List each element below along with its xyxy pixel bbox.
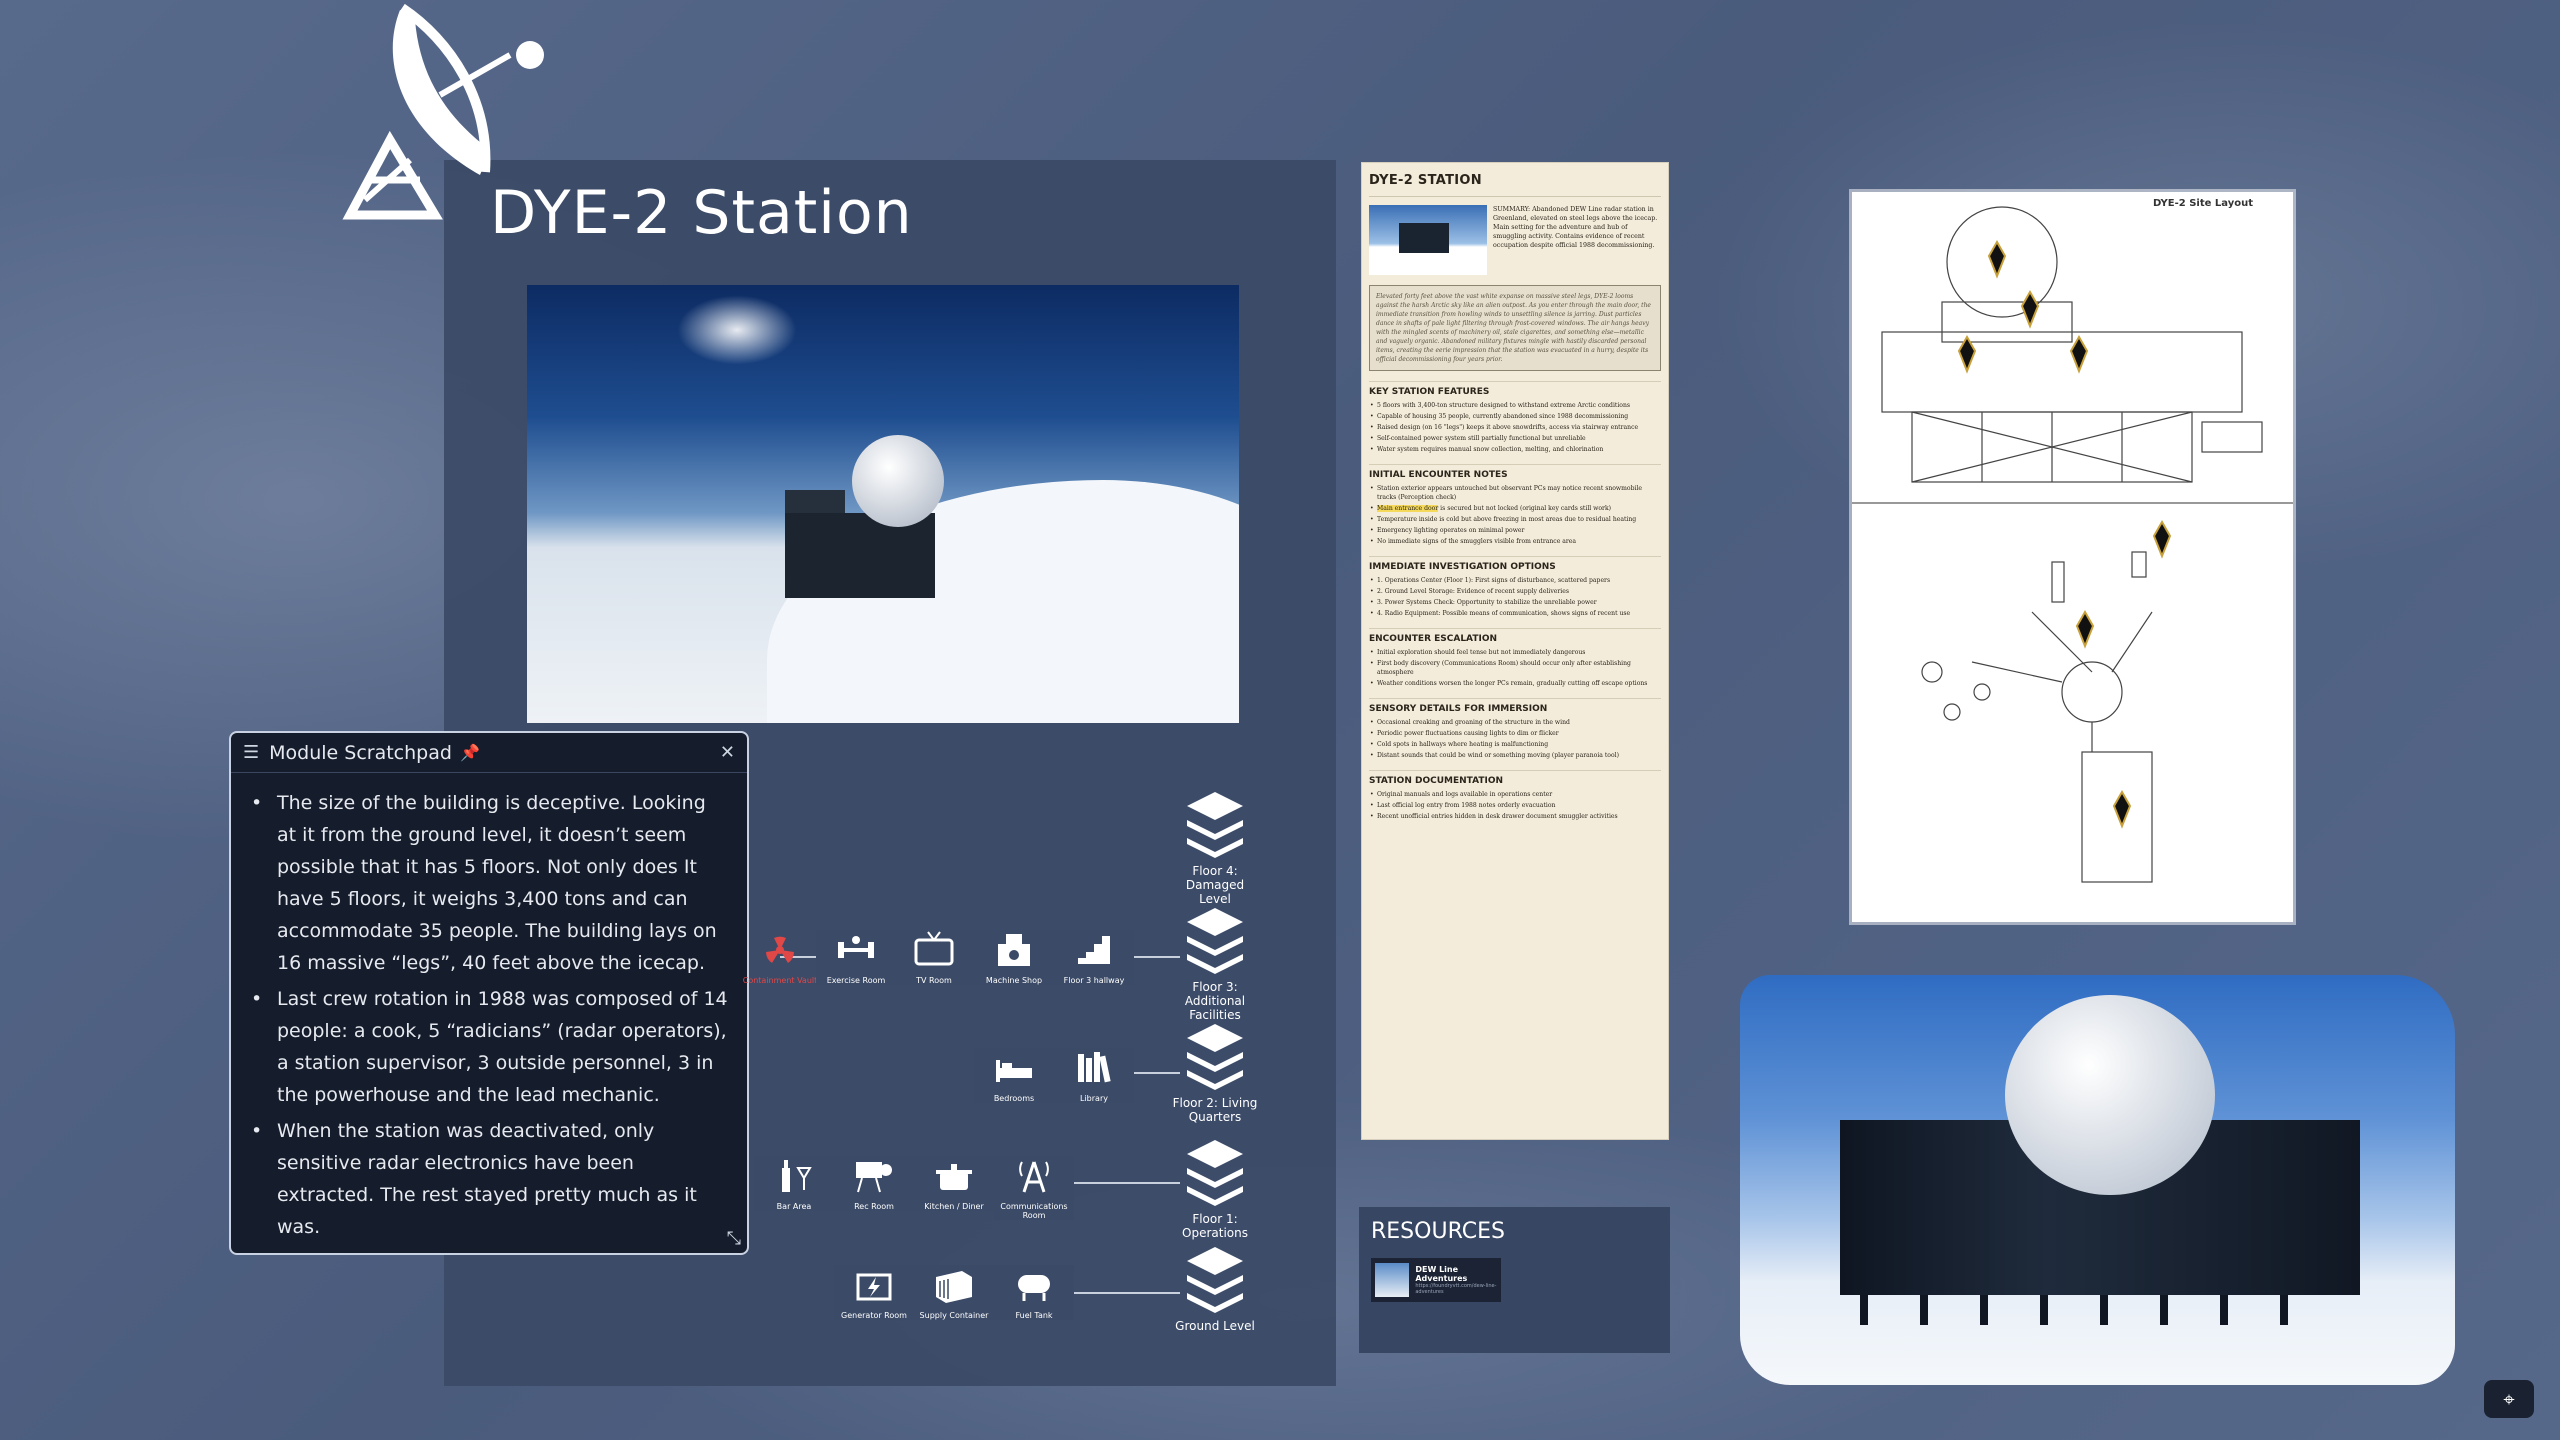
machine-icon xyxy=(998,934,1030,966)
list-item: Raised design (on 16 "legs") keeps it ab… xyxy=(1369,423,1661,432)
list-item: First body discovery (Communications Roo… xyxy=(1369,659,1661,677)
room-communications[interactable]: Communications Room xyxy=(994,1156,1074,1220)
generator-icon xyxy=(856,1273,892,1301)
note-item: Last crew rotation in 1988 was composed … xyxy=(249,983,729,1111)
resource-title: DEW Line Adventures xyxy=(1415,1265,1468,1283)
room-kitchen[interactable]: Kitchen / Diner xyxy=(914,1156,994,1211)
station-document[interactable]: DYE-2 STATION SUMMARY: Abandoned DEW Lin… xyxy=(1361,162,1669,1140)
antenna-icon xyxy=(1019,1161,1049,1193)
list-item: Station exterior appears untouched but o… xyxy=(1369,484,1661,502)
section-heading: SENSORY DETAILS FOR IMMERSION xyxy=(1369,698,1661,714)
section-heading: STATION DOCUMENTATION xyxy=(1369,770,1661,786)
highlighted-phrase: Main entrance door xyxy=(1377,505,1439,512)
station-photo[interactable] xyxy=(527,285,1239,723)
bottle-icon xyxy=(782,1160,812,1192)
list-item: 5 floors with 3,400-ton structure design… xyxy=(1369,401,1661,410)
section-heading: INITIAL ENCOUNTER NOTES xyxy=(1369,464,1661,480)
floor-2-node[interactable]: Floor 2: Living Quarters xyxy=(1170,1022,1260,1124)
layers-icon xyxy=(1187,1247,1243,1313)
read-aloud-box: Elevated forty feet above the vast white… xyxy=(1369,285,1661,371)
books-icon xyxy=(1078,1052,1111,1083)
layers-icon xyxy=(1187,792,1243,858)
fuel-tank-icon xyxy=(1018,1275,1050,1301)
list-item: Recent unofficial entries hidden in desk… xyxy=(1369,812,1661,821)
dumbbell-icon xyxy=(838,936,874,958)
scene-title: DYE-2 Station xyxy=(490,178,913,248)
site-layout-map[interactable]: DYE-2 Site Layout xyxy=(1852,192,2293,922)
document-title: DYE-2 STATION xyxy=(1369,173,1482,188)
list-item: Capable of housing 35 people, currently … xyxy=(1369,412,1661,421)
room-supply-container[interactable]: Supply Container xyxy=(914,1265,994,1320)
resource-url: https://foundryvtt.com/dew-line-adventur… xyxy=(1415,1283,1497,1295)
section-heading: IMMEDIATE INVESTIGATION OPTIONS xyxy=(1369,556,1661,572)
station-exterior-photo[interactable] xyxy=(1740,975,2455,1385)
section-heading: ENCOUNTER ESCALATION xyxy=(1369,628,1661,644)
sitemap-caption: DYE-2 Site Layout xyxy=(2152,198,2253,209)
pin-icon[interactable]: 📌 xyxy=(460,743,480,762)
container-icon xyxy=(936,1271,972,1303)
floor-1-node[interactable]: Floor 1: Operations xyxy=(1170,1138,1260,1240)
close-icon[interactable]: ✕ xyxy=(720,742,735,763)
floor-3-node[interactable]: Floor 3: Additional Facilities xyxy=(1170,906,1260,1022)
ground-level-node[interactable]: Ground Level xyxy=(1170,1245,1260,1333)
room-generator[interactable]: Generator Room xyxy=(834,1265,914,1320)
resources-heading: RESOURCES xyxy=(1371,1219,1505,1244)
room-bedrooms[interactable]: Bedrooms xyxy=(974,1048,1054,1103)
tv-icon xyxy=(914,931,954,966)
list-item: Occasional creaking and groaning of the … xyxy=(1369,718,1661,727)
room-bar[interactable]: Bar Area xyxy=(754,1156,834,1211)
room-machine-shop[interactable]: Machine Shop xyxy=(974,930,1054,985)
room-exercise[interactable]: Exercise Room xyxy=(816,930,896,985)
list-item: Temperature inside is cold but above fre… xyxy=(1369,515,1661,524)
layers-icon xyxy=(1187,908,1243,974)
document-summary: SUMMARY: Abandoned DEW Line radar statio… xyxy=(1493,206,1658,249)
document-thumbnail xyxy=(1369,205,1487,275)
bed-icon xyxy=(996,1060,1032,1082)
list-item: Distant sounds that could be wind or som… xyxy=(1369,751,1661,760)
list-item: 3. Power Systems Check: Opportunity to s… xyxy=(1369,598,1661,607)
resize-handle-icon[interactable]: ⤡ xyxy=(727,1228,741,1249)
floor-diagram: Floor 4: Damaged Level Floor 3: Addition… xyxy=(740,780,1300,1340)
blueprint-drawing xyxy=(1881,206,2263,883)
pot-icon xyxy=(936,1164,972,1190)
note-item: When the station was deactivated, only s… xyxy=(249,1115,729,1243)
list-item: 1. Operations Center (Floor 1): First si… xyxy=(1369,576,1661,585)
list-item: 4. Radio Equipment: Possible means of co… xyxy=(1369,609,1661,618)
scratchpad-title: Module Scratchpad xyxy=(269,741,452,764)
resource-thumbnail xyxy=(1375,1263,1410,1297)
scratchpad-notes[interactable]: The size of the building is deceptive. L… xyxy=(231,773,747,1243)
room-fuel-tank[interactable]: Fuel Tank xyxy=(994,1265,1074,1320)
layers-icon xyxy=(1187,1140,1243,1206)
list-item: Last official log entry from 1988 notes … xyxy=(1369,801,1661,810)
list-item: No immediate signs of the smugglers visi… xyxy=(1369,537,1661,546)
room-library[interactable]: Library xyxy=(1054,1048,1134,1103)
room-rec[interactable]: Rec Room xyxy=(834,1156,914,1211)
list-item: Initial exploration should feel tense bu… xyxy=(1369,648,1661,657)
room-tv[interactable]: TV Room xyxy=(894,930,974,985)
list-item: Emergency lighting operates on minimal p… xyxy=(1369,526,1661,535)
list-item: 2. Ground Level Storage: Evidence of rec… xyxy=(1369,587,1661,596)
room-floor3-hallway[interactable]: Floor 3 hallway xyxy=(1054,930,1134,985)
list-item: Cold spots in hallways where heating is … xyxy=(1369,740,1661,749)
stairs-icon xyxy=(1078,936,1110,964)
list-item: Self-contained power system still partia… xyxy=(1369,434,1661,443)
resource-link-card[interactable]: DEW Line Adventures https://foundryvtt.c… xyxy=(1371,1258,1501,1302)
radiation-icon xyxy=(766,936,794,963)
scratchpad-header[interactable]: ☰ Module Scratchpad 📌 ✕ xyxy=(231,733,747,773)
list-item: Main entrance door is secured but not lo… xyxy=(1369,504,1661,513)
layers-icon xyxy=(1187,1024,1243,1090)
list-item: Original manuals and logs available in o… xyxy=(1369,790,1661,799)
scratchpad-window[interactable]: ☰ Module Scratchpad 📌 ✕ The size of the … xyxy=(229,731,749,1255)
projector-icon xyxy=(856,1162,892,1193)
list-item: Weather conditions worsen the longer PCs… xyxy=(1369,679,1661,688)
target-locate-button[interactable]: ⌖ xyxy=(2484,1380,2534,1418)
resources-panel: RESOURCES DEW Line Adventures https://fo… xyxy=(1359,1207,1670,1353)
note-item: The size of the building is deceptive. L… xyxy=(249,787,729,979)
list-item: Water system requires manual snow collec… xyxy=(1369,445,1661,454)
list-item: Periodic power fluctuations causing ligh… xyxy=(1369,729,1661,738)
drag-handle-icon[interactable]: ☰ xyxy=(243,742,259,763)
room-containment-vault[interactable]: Containment Vault xyxy=(740,930,820,985)
floor-4-node[interactable]: Floor 4: Damaged Level xyxy=(1170,790,1260,906)
section-heading: KEY STATION FEATURES xyxy=(1369,381,1661,397)
